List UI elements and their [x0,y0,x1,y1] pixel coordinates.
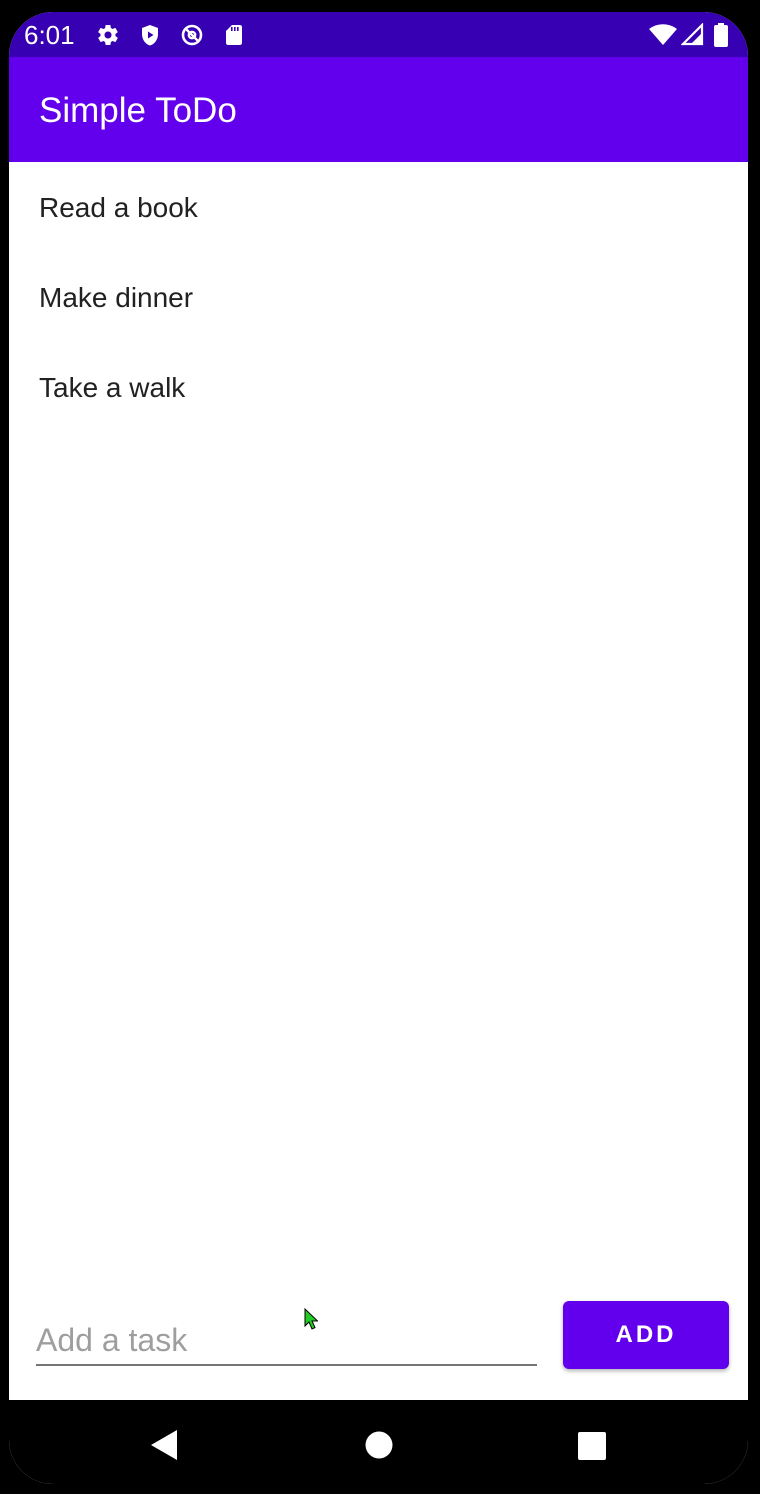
task-input-field [36,1312,537,1366]
task-input[interactable] [36,1320,531,1360]
signal-icon [681,23,704,46]
home-icon[interactable] [364,1428,394,1462]
wifi-icon [649,24,677,45]
task-item[interactable]: Make dinner [9,252,748,342]
battery-icon [714,23,728,47]
app-bar: Simple ToDo [9,57,748,162]
task-item[interactable]: Read a book [9,162,748,252]
status-time: 6:01 [24,20,75,50]
status-bar: 6:01 [9,12,748,57]
app-title: Simple ToDo [39,91,237,130]
recents-icon[interactable] [577,1428,607,1462]
navigation-bar [9,1400,748,1484]
task-list: Read a book Make dinner Take a walk [9,162,748,432]
shield-play-icon [142,25,158,46]
back-icon[interactable] [149,1428,179,1462]
phone-screen: 6:01 Simple ToDo Read a book Make dinner… [9,12,748,1484]
gear-icon [98,25,118,46]
device-frame: 6:01 Simple ToDo Read a book Make dinner… [0,0,760,1494]
sd-card-icon [226,25,242,45]
task-item[interactable]: Take a walk [9,342,748,432]
add-button[interactable]: ADD [563,1301,729,1369]
at-sign-icon [181,24,203,46]
